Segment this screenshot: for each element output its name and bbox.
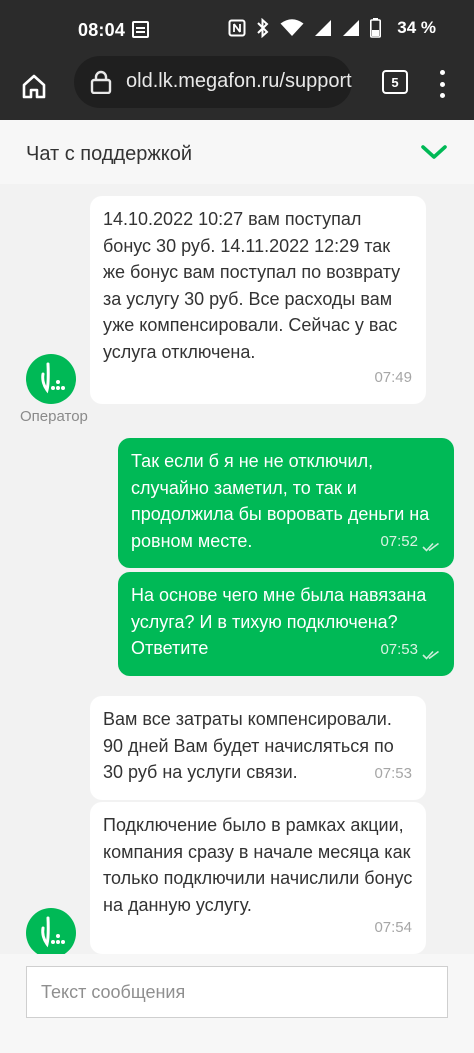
operator-avatar [26,908,76,954]
url-bar[interactable]: old.lk.megafon.ru/support [74,56,352,108]
notification-icon [132,21,149,38]
message-list[interactable]: 14.10.2022 10:27 вам поступал бонус 30 р… [0,184,474,954]
status-icons: 34 % [228,18,436,38]
operator-message: Вам все затраты компенсировали. 90 дней … [90,696,426,800]
home-icon [22,74,46,99]
message-text: Подключение было в рамках акции, компани… [103,815,413,915]
message-time: 07:54 [374,918,412,936]
chat-header[interactable]: Чат с поддержкой [0,120,474,184]
message-time: 07:52 [380,532,418,550]
message-time: 07:53 [374,764,412,782]
chevron-down-icon[interactable] [420,142,448,162]
megafon-logo-icon [41,362,65,394]
message-text: 14.10.2022 10:27 вам поступал бонус 30 р… [103,209,401,362]
signal-icon-2 [343,20,360,36]
status-bar: 08:04 34 % [0,0,474,60]
tab-switcher-button[interactable]: 5 [382,70,408,94]
operator-avatar [26,354,76,404]
menu-dot [439,93,445,98]
operator-message: 14.10.2022 10:27 вам поступал бонус 30 р… [90,196,426,404]
overflow-menu-button[interactable] [436,70,448,98]
clock: 08:04 [78,20,126,40]
url-text: old.lk.megafon.ru/support [126,70,352,92]
double-check-icon [422,542,439,552]
nfc-icon [228,19,246,37]
user-message: Так если б я не не отключил, случайно за… [118,438,454,568]
wifi-icon [280,19,304,36]
megafon-logo-icon [41,916,65,948]
message-input[interactable] [26,966,448,1018]
message-time: 07:49 [374,368,412,386]
operator-message: Подключение было в рамках акции, компани… [90,802,426,954]
message-time: 07:53 [380,640,418,658]
composer [0,954,474,1053]
message-text: Вам все затраты компенсировали. 90 дней … [103,709,394,782]
operator-label: Оператор [20,408,88,425]
menu-dot [439,81,445,87]
battery-icon [370,18,382,38]
menu-dot [439,70,445,75]
user-message: На основе чего мне была навязана услуга?… [118,572,454,676]
bluetooth-icon [257,18,269,38]
double-check-icon [422,650,439,660]
browser-toolbar: old.lk.megafon.ru/support 5 [0,56,474,120]
home-button[interactable] [14,66,54,106]
signal-icon [315,20,332,36]
lock-icon [90,70,112,94]
chat-title: Чат с поддержкой [26,143,193,165]
battery-percentage: 34 % [397,18,436,37]
